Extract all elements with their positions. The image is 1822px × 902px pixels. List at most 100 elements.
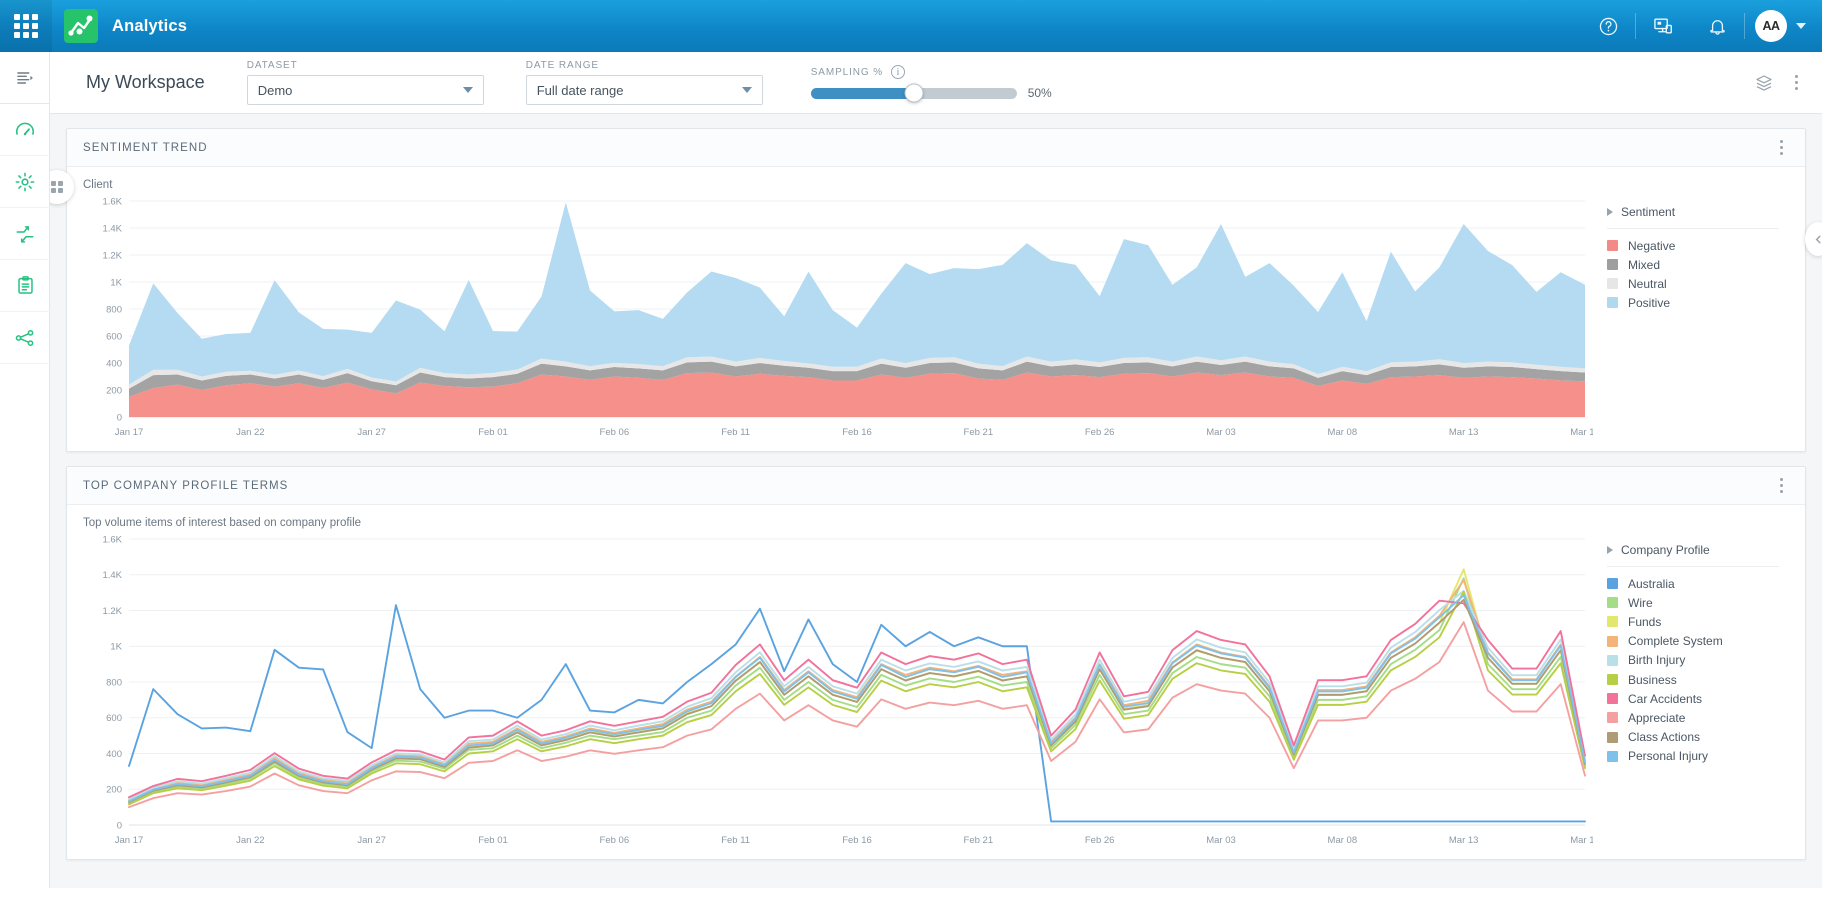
- dataset-label: DATASET: [247, 60, 484, 71]
- svg-text:600: 600: [106, 331, 122, 342]
- toolbar-more-vertical-icon[interactable]: [1788, 73, 1804, 93]
- svg-text:Mar 18: Mar 18: [1570, 427, 1593, 438]
- sidebar-item-menu[interactable]: [0, 52, 50, 104]
- sampling-slider-knob[interactable]: [904, 84, 923, 103]
- legend-label: Negative: [1628, 239, 1675, 253]
- notification-bell-icon[interactable]: [1690, 0, 1744, 52]
- apps-grid-icon: [14, 14, 38, 38]
- legend-item[interactable]: Appreciate: [1607, 708, 1793, 727]
- legend-item[interactable]: Business: [1607, 670, 1793, 689]
- page-title: My Workspace: [86, 72, 205, 93]
- svg-text:Feb 11: Feb 11: [721, 427, 750, 438]
- chevron-down-icon[interactable]: [1796, 23, 1806, 29]
- legend-item[interactable]: Car Accidents: [1607, 689, 1793, 708]
- legend-label: Funds: [1628, 615, 1661, 629]
- chevron-right-icon: [1607, 208, 1613, 216]
- legend-item[interactable]: Australia: [1607, 574, 1793, 593]
- svg-text:Feb 26: Feb 26: [1085, 427, 1115, 438]
- sampling-slider[interactable]: [811, 88, 1017, 99]
- legend-label: Personal Injury: [1628, 749, 1708, 763]
- card-body: Top volume items of interest based on co…: [67, 505, 1805, 859]
- svg-text:Mar 03: Mar 03: [1206, 835, 1236, 846]
- legend-title: Company Profile: [1621, 543, 1710, 557]
- applications-icon[interactable]: [1636, 0, 1690, 52]
- svg-text:Mar 08: Mar 08: [1328, 835, 1358, 846]
- card-subtitle: Client: [83, 179, 1789, 191]
- legend-item[interactable]: Negative: [1607, 236, 1793, 255]
- svg-text:400: 400: [106, 749, 122, 760]
- header-divider-2: [1744, 13, 1745, 39]
- info-circle-icon[interactable]: i: [891, 65, 905, 79]
- svg-text:400: 400: [106, 358, 122, 369]
- chevron-down-icon: [742, 87, 752, 93]
- sentiment-legend: Sentiment Negative Mixed Neutral Positive: [1593, 193, 1793, 443]
- svg-text:1.2K: 1.2K: [102, 250, 122, 261]
- app-name: Analytics: [112, 17, 187, 36]
- svg-text:Feb 06: Feb 06: [600, 427, 630, 438]
- legend-item[interactable]: Funds: [1607, 612, 1793, 631]
- date-range-control: DATE RANGE Full date range: [526, 60, 763, 105]
- legend-item[interactable]: Personal Injury: [1607, 747, 1793, 766]
- company-profile-line-chart[interactable]: 02004006008001K1.2K1.4K1.6KJan 17Jan 22J…: [83, 531, 1593, 851]
- chevron-down-icon: [463, 87, 473, 93]
- sentiment-area-chart[interactable]: 02004006008001K1.2K1.4K1.6KJan 17Jan 22J…: [83, 193, 1593, 443]
- workspace-toolbar: My Workspace DATASET Demo DATE RANGE Ful…: [50, 52, 1822, 114]
- date-range-value: Full date range: [537, 83, 624, 98]
- legend-label: Positive: [1628, 296, 1670, 310]
- apps-grid-button[interactable]: [0, 0, 52, 52]
- svg-text:Mar 18: Mar 18: [1570, 835, 1593, 846]
- chevron-left-icon[interactable]: [1805, 222, 1822, 256]
- sidebar-item-trends[interactable]: [0, 208, 50, 260]
- card-more-vertical-icon[interactable]: [1773, 476, 1789, 496]
- card-title: TOP COMPANY PROFILE TERMS: [83, 480, 288, 492]
- legend-swatch: [1607, 597, 1618, 608]
- svg-text:1K: 1K: [110, 642, 122, 653]
- layers-stack-icon[interactable]: [1754, 73, 1774, 93]
- sampling-label: SAMPLING %: [811, 67, 883, 78]
- svg-text:Feb 21: Feb 21: [964, 427, 994, 438]
- legend-item[interactable]: Birth Injury: [1607, 651, 1793, 670]
- card-header: TOP COMPANY PROFILE TERMS: [67, 467, 1805, 505]
- sidebar-item-reports[interactable]: [0, 260, 50, 312]
- dataset-control: DATASET Demo: [247, 60, 484, 105]
- sidebar-item-settings[interactable]: [0, 156, 50, 208]
- date-range-select[interactable]: Full date range: [526, 75, 763, 105]
- legend-label: Business: [1628, 673, 1677, 687]
- svg-text:600: 600: [106, 713, 122, 724]
- svg-text:Feb 26: Feb 26: [1085, 835, 1115, 846]
- svg-text:800: 800: [106, 304, 122, 315]
- legend-item[interactable]: Neutral: [1607, 274, 1793, 293]
- legend-header[interactable]: Sentiment: [1607, 205, 1779, 229]
- svg-text:Feb 11: Feb 11: [721, 835, 750, 846]
- legend-label: Birth Injury: [1628, 653, 1685, 667]
- card-header: SENTIMENT TREND: [67, 129, 1805, 167]
- legend-item[interactable]: Class Actions: [1607, 728, 1793, 747]
- help-circle-icon[interactable]: [1581, 0, 1635, 52]
- legend-swatch: [1607, 578, 1618, 589]
- legend-item[interactable]: Wire: [1607, 593, 1793, 612]
- legend-swatch: [1607, 674, 1618, 685]
- legend-item[interactable]: Complete System: [1607, 632, 1793, 651]
- svg-text:1.6K: 1.6K: [102, 196, 122, 207]
- legend-header[interactable]: Company Profile: [1607, 543, 1779, 567]
- left-sidebar: [0, 52, 50, 902]
- legend-label: Neutral: [1628, 277, 1667, 291]
- card-subtitle: Top volume items of interest based on co…: [83, 517, 1789, 529]
- dataset-select[interactable]: Demo: [247, 75, 484, 105]
- legend-swatch: [1607, 732, 1618, 743]
- svg-text:1.4K: 1.4K: [102, 570, 122, 581]
- card-more-vertical-icon[interactable]: [1773, 138, 1789, 158]
- legend-item[interactable]: Mixed: [1607, 255, 1793, 274]
- legend-item[interactable]: Positive: [1607, 293, 1793, 312]
- legend-label: Complete System: [1628, 634, 1723, 648]
- legend-swatch: [1607, 712, 1618, 723]
- sampling-header: SAMPLING % i: [811, 65, 1052, 79]
- avatar[interactable]: AA: [1755, 10, 1787, 42]
- chart-area-wrapper: 02004006008001K1.2K1.4K1.6KJan 17Jan 22J…: [83, 531, 1789, 851]
- chevron-right-icon: [1607, 546, 1613, 554]
- svg-text:Feb 01: Feb 01: [478, 835, 508, 846]
- sidebar-item-dashboard[interactable]: [0, 104, 50, 156]
- sidebar-item-network[interactable]: [0, 312, 50, 364]
- card-top-company-profile-terms: TOP COMPANY PROFILE TERMS Top volume ite…: [66, 466, 1806, 860]
- dataset-value: Demo: [258, 83, 293, 98]
